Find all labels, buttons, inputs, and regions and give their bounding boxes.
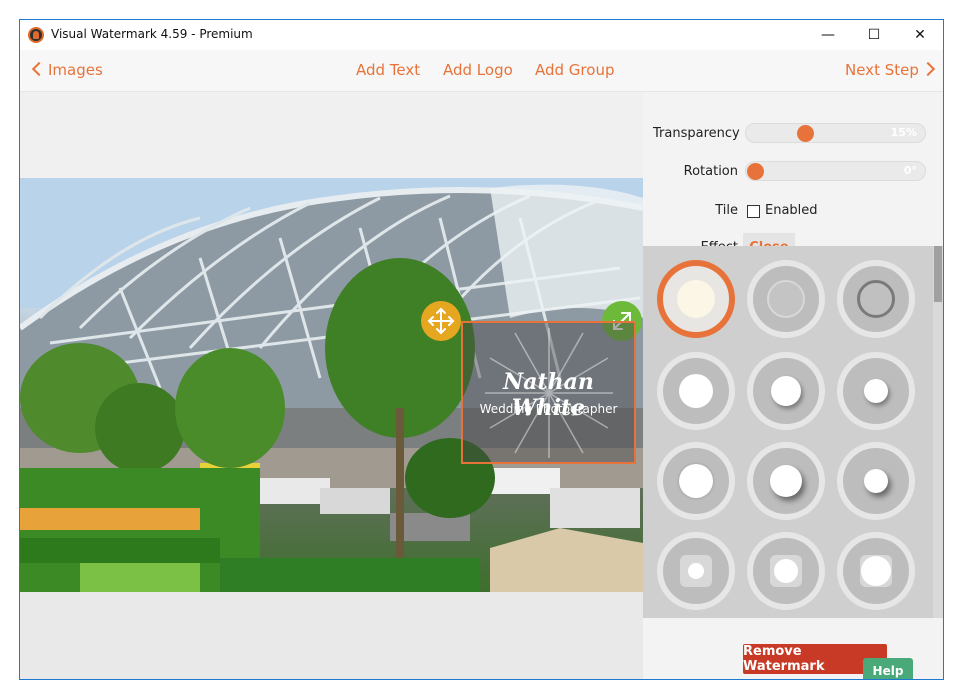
maximize-button[interactable]: ☐ xyxy=(851,20,897,50)
effect-preview-icon xyxy=(774,559,798,583)
effect-preview-icon xyxy=(864,379,888,403)
watermark-subtitle: Wedding Photographer xyxy=(479,402,618,416)
rotation-value: 0° xyxy=(903,164,917,177)
app-logo-icon xyxy=(28,27,44,43)
effect-option-9[interactable] xyxy=(837,442,915,520)
effect-preview-icon xyxy=(864,469,888,493)
transparency-value: 15% xyxy=(890,126,917,139)
effect-option-7[interactable] xyxy=(657,442,735,520)
effect-preview-icon xyxy=(770,465,802,497)
top-navigation: Images Add Text Add Logo Add Group Next … xyxy=(20,50,943,92)
effect-option-8[interactable] xyxy=(747,442,825,520)
effect-option-4[interactable] xyxy=(657,352,735,430)
back-to-images-button[interactable]: Images xyxy=(31,61,103,79)
add-logo-button[interactable]: Add Logo xyxy=(443,61,513,79)
rotation-label: Rotation xyxy=(683,164,738,179)
minimize-button[interactable]: — xyxy=(805,20,851,50)
effect-option-12[interactable] xyxy=(837,532,915,610)
effect-preview-icon xyxy=(857,280,895,318)
transparency-label: Transparency xyxy=(653,126,740,141)
effect-grid xyxy=(643,246,943,618)
transparency-knob[interactable] xyxy=(797,125,815,142)
app-window: Visual Watermark 4.59 - Premium — ☐ ✕ Im… xyxy=(19,19,944,680)
next-step-button[interactable]: Next Step xyxy=(845,61,935,79)
next-label: Next Step xyxy=(845,61,919,79)
canvas-padding xyxy=(20,592,643,679)
add-group-button[interactable]: Add Group xyxy=(535,61,614,79)
tile-enabled-checkbox[interactable] xyxy=(747,205,760,218)
effect-preview-icon xyxy=(688,563,704,579)
rotation-slider[interactable]: 0° xyxy=(745,161,926,181)
help-button[interactable]: Help xyxy=(863,658,913,679)
effect-option-3[interactable] xyxy=(837,260,915,338)
effect-scroll-thumb[interactable] xyxy=(934,246,942,302)
back-label: Images xyxy=(48,61,103,79)
effect-preview-icon xyxy=(679,464,713,498)
effect-preview-icon xyxy=(677,280,715,318)
effect-preview-icon xyxy=(771,376,801,406)
transparency-slider[interactable]: 15% xyxy=(745,123,926,143)
tile-label: Tile xyxy=(715,203,738,218)
effect-scrollbar[interactable] xyxy=(933,246,943,618)
add-text-button[interactable]: Add Text xyxy=(356,61,420,79)
effect-option-1[interactable] xyxy=(657,260,735,338)
rotation-knob[interactable] xyxy=(747,163,764,180)
effect-option-6[interactable] xyxy=(837,352,915,430)
close-window-button[interactable]: ✕ xyxy=(897,20,943,50)
tile-enabled-label: Enabled xyxy=(765,203,818,218)
window-title: Visual Watermark 4.59 - Premium xyxy=(51,27,253,41)
effect-preview-icon xyxy=(767,280,805,318)
effect-option-10[interactable] xyxy=(657,532,735,610)
move-handle-icon[interactable] xyxy=(421,301,461,341)
preview-canvas: Nathan White Wedding Photographer xyxy=(20,92,643,679)
effect-option-11[interactable] xyxy=(747,532,825,610)
effect-option-2[interactable] xyxy=(747,260,825,338)
effect-option-5[interactable] xyxy=(747,352,825,430)
effect-preview-icon xyxy=(861,556,891,586)
chevron-left-icon xyxy=(31,61,47,77)
watermark-text-block[interactable]: Nathan White Wedding Photographer xyxy=(461,321,636,464)
effect-preview-icon xyxy=(679,374,713,408)
title-bar: Visual Watermark 4.59 - Premium — ☐ ✕ xyxy=(20,20,943,50)
chevron-right-icon xyxy=(920,61,935,77)
